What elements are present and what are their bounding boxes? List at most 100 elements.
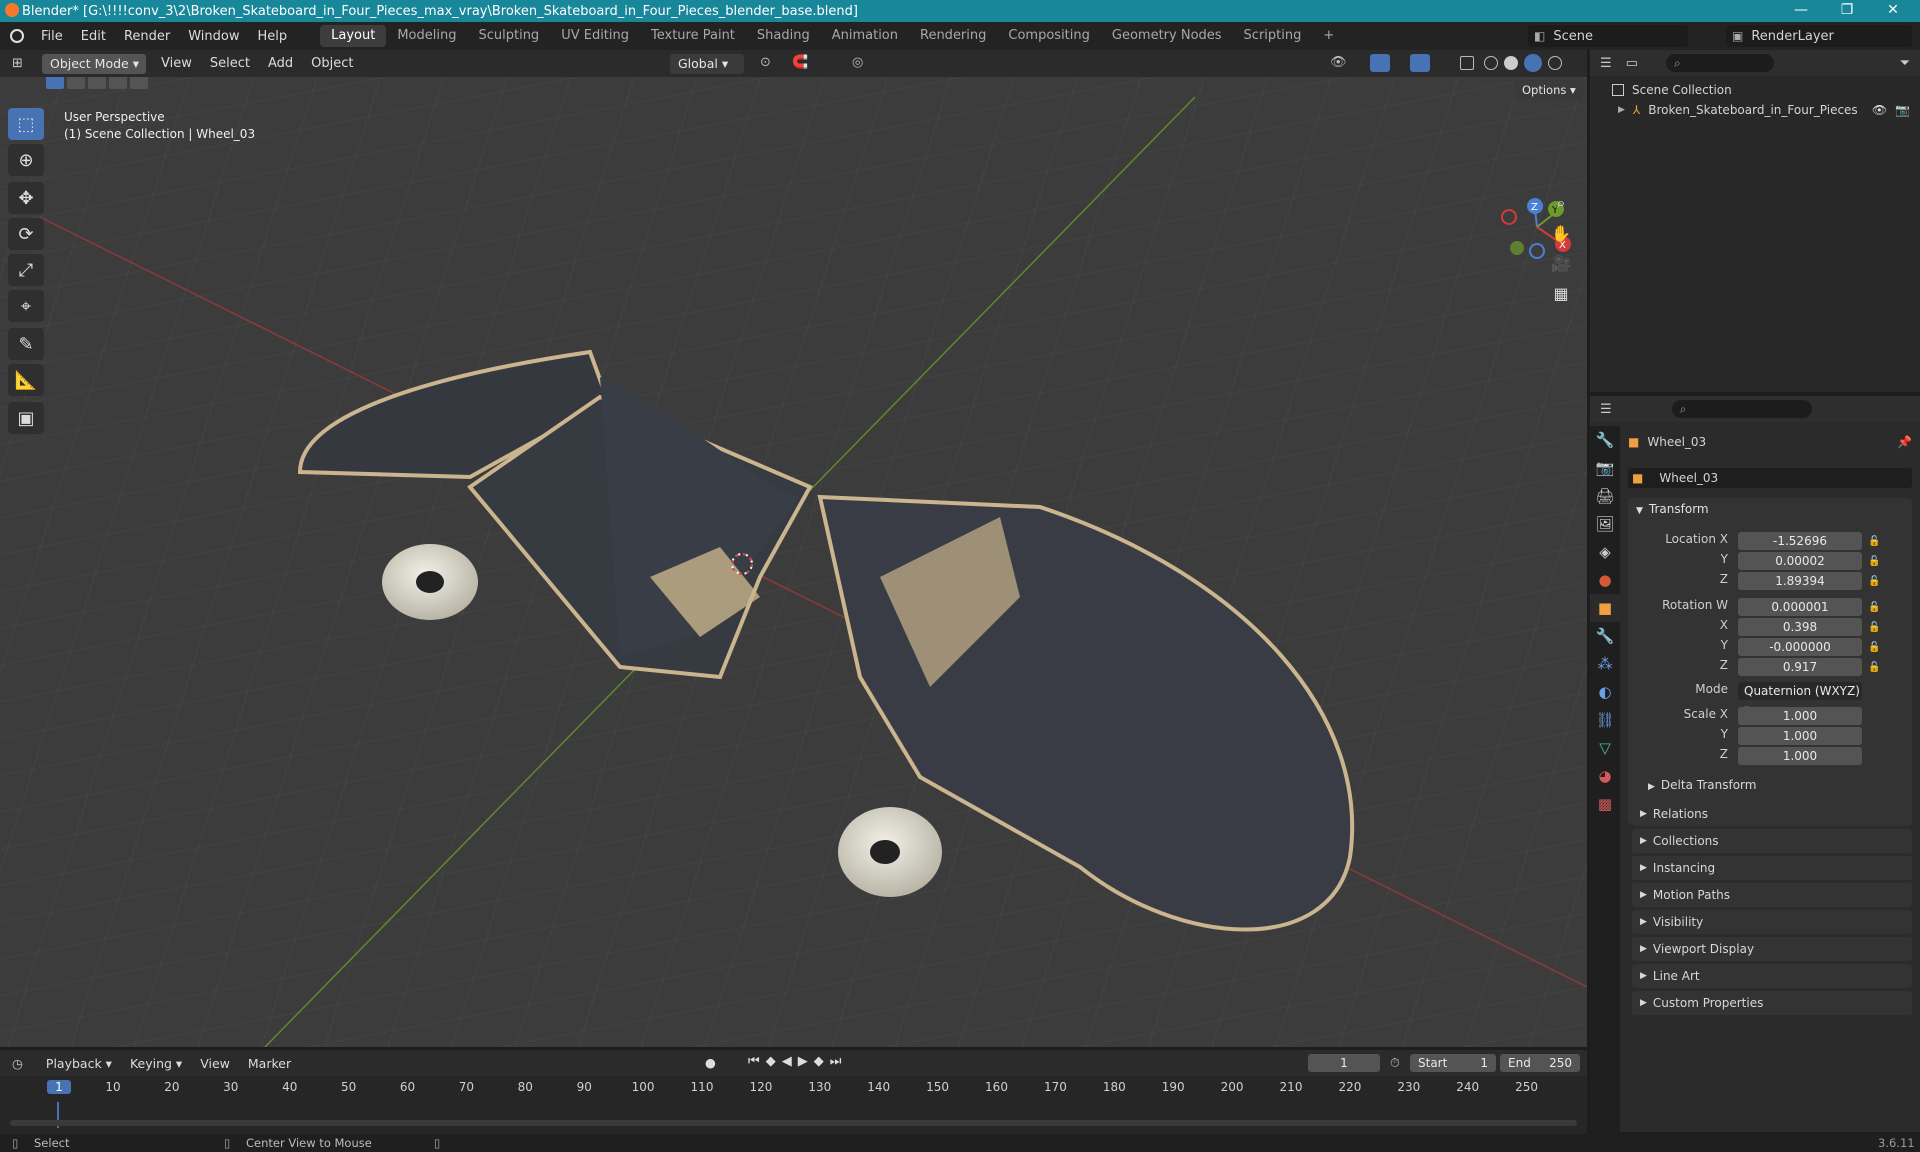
lock-icon[interactable]: 🔓 bbox=[1868, 572, 1884, 592]
rotate-tool-icon[interactable]: ⟳ bbox=[8, 218, 44, 250]
properties-search-input[interactable]: ⌕ bbox=[1671, 400, 1812, 418]
collections-panel[interactable]: ▶ Collections bbox=[1632, 829, 1912, 853]
object-datablock-field[interactable]: ■ Wheel_03 bbox=[1628, 468, 1912, 488]
rotation-x-field[interactable]: 0.398 bbox=[1738, 618, 1862, 636]
constraints-tab-icon[interactable]: ⛓ bbox=[1590, 706, 1620, 734]
wireframe-shading-icon[interactable] bbox=[1484, 56, 1498, 70]
select-intersect-icon[interactable] bbox=[130, 77, 148, 89]
relations-panel[interactable]: ▶ Relations bbox=[1632, 802, 1912, 826]
add-workspace-button[interactable]: + bbox=[1312, 25, 1345, 47]
pin-icon[interactable]: 📌 bbox=[1897, 435, 1912, 449]
timeline-ruler[interactable]: 1 10 20 30 40 50 60 70 80 90 100 110 120 130 140 150 160… bbox=[0, 1076, 1587, 1098]
vp-menu-view[interactable]: View bbox=[152, 56, 201, 71]
zoom-icon[interactable]: ⌕ bbox=[1547, 189, 1575, 217]
data-tab-icon[interactable]: ▽ bbox=[1590, 734, 1620, 762]
add-cube-tool-icon[interactable]: ▣ bbox=[8, 402, 44, 434]
pan-hand-icon[interactable]: ✋ bbox=[1547, 219, 1575, 247]
play-reverse-icon[interactable]: ◀ bbox=[782, 1054, 798, 1069]
tool-tab-icon[interactable]: 🔧 bbox=[1590, 426, 1620, 454]
cursor-tool-icon[interactable]: ⊕ bbox=[8, 144, 44, 176]
custom-properties-panel[interactable]: ▶ Custom Properties bbox=[1632, 991, 1912, 1015]
camera-view-icon[interactable]: 🎥 bbox=[1547, 249, 1575, 277]
material-shading-icon[interactable] bbox=[1524, 54, 1542, 72]
timeline-menu-view[interactable]: View bbox=[191, 1056, 239, 1071]
ortho-grid-icon[interactable]: ▦ bbox=[1547, 279, 1575, 307]
tab-uv-editing[interactable]: UV Editing bbox=[550, 25, 640, 47]
select-new-icon[interactable] bbox=[46, 77, 64, 89]
expand-arrow-icon[interactable]: ▶ bbox=[1618, 105, 1625, 115]
texture-tab-icon[interactable]: ▩ bbox=[1590, 790, 1620, 818]
wheel-01[interactable] bbox=[382, 544, 478, 620]
visibility-panel[interactable]: ▶ Visibility bbox=[1632, 910, 1912, 934]
mode-selector[interactable]: Object Mode ▾ bbox=[42, 53, 146, 74]
location-x-field[interactable]: -1.52696 bbox=[1738, 532, 1862, 550]
location-z-field[interactable]: 1.89394 bbox=[1738, 572, 1862, 590]
tab-shading[interactable]: Shading bbox=[746, 25, 821, 47]
overlay-toggle-icon[interactable] bbox=[1410, 54, 1430, 72]
rendered-shading-icon[interactable] bbox=[1548, 56, 1562, 70]
transform-tool-icon[interactable]: ⌖ bbox=[8, 290, 44, 322]
wheel-03[interactable] bbox=[838, 807, 942, 897]
orientation-selector[interactable]: Global ▾ bbox=[670, 54, 744, 74]
tab-sculpting[interactable]: Sculpting bbox=[467, 25, 550, 47]
view-layer-selector[interactable]: ▣ RenderLayer bbox=[1726, 25, 1912, 47]
properties-editor-icon[interactable]: ☰ bbox=[1600, 402, 1612, 417]
lock-icon[interactable]: 🔓 bbox=[1868, 638, 1884, 658]
tab-compositing[interactable]: Compositing bbox=[997, 25, 1101, 47]
menu-help[interactable]: Help bbox=[249, 29, 297, 44]
annotate-tool-icon[interactable]: ✎ bbox=[8, 328, 44, 360]
outliner-row-object[interactable]: ▶ ⅄ Broken_Skateboard_in_Four_Pieces 👁 📷 bbox=[1590, 100, 1920, 120]
jump-end-icon[interactable]: ⏭ bbox=[830, 1054, 848, 1069]
scene-selector[interactable]: ◧ Scene bbox=[1528, 25, 1688, 47]
delta-transform-subpanel[interactable]: ▶ Delta Transform bbox=[1648, 778, 1756, 792]
rotation-w-field[interactable]: 0.000001 bbox=[1738, 598, 1862, 616]
vp-menu-add[interactable]: Add bbox=[259, 56, 302, 71]
menu-edit[interactable]: Edit bbox=[72, 29, 115, 44]
tab-rendering[interactable]: Rendering bbox=[909, 25, 997, 47]
select-invert-icon[interactable] bbox=[109, 77, 127, 89]
play-icon[interactable]: ▶ bbox=[798, 1054, 814, 1069]
tab-modeling[interactable]: Modeling bbox=[386, 25, 467, 47]
outliner-display-icon[interactable]: ☰ bbox=[1600, 56, 1612, 71]
proportional-edit-icon[interactable]: ◎ bbox=[852, 55, 863, 70]
end-frame-field[interactable]: End 250 bbox=[1500, 1054, 1580, 1072]
stopwatch-icon[interactable]: ⏱ bbox=[1390, 1055, 1400, 1071]
close-button[interactable]: ✕ bbox=[1870, 0, 1916, 22]
outliner-row-scene-collection[interactable]: Scene Collection bbox=[1590, 80, 1920, 100]
output-tab-icon[interactable]: 🖨 bbox=[1590, 482, 1620, 510]
start-frame-field[interactable]: Start 1 bbox=[1410, 1054, 1496, 1072]
jump-start-icon[interactable]: ⏮ bbox=[748, 1054, 766, 1069]
location-y-field[interactable]: 0.00002 bbox=[1738, 552, 1862, 570]
timeline-menu-playback[interactable]: Playback ▾ bbox=[37, 1056, 121, 1071]
editor-type-icon[interactable]: ⊞ bbox=[12, 56, 34, 71]
maximize-button[interactable]: ❐ bbox=[1824, 0, 1870, 22]
material-tab-icon[interactable]: ◕ bbox=[1590, 762, 1620, 790]
physics-tab-icon[interactable]: ◐ bbox=[1590, 678, 1620, 706]
options-dropdown[interactable]: Options ▾ bbox=[1514, 80, 1584, 100]
scale-y-field[interactable]: 1.000 bbox=[1738, 727, 1862, 745]
current-frame-field[interactable]: 1 bbox=[1308, 1054, 1380, 1072]
render-tab-icon[interactable]: 📷 bbox=[1590, 454, 1620, 482]
scale-tool-icon[interactable]: ⤢ bbox=[8, 254, 44, 286]
timeline-menu-marker[interactable]: Marker bbox=[239, 1056, 300, 1071]
outliner-filter-mode-icon[interactable]: ▭ bbox=[1626, 56, 1638, 71]
timeline-scrollbar[interactable] bbox=[10, 1120, 1577, 1126]
blender-menu-icon[interactable] bbox=[10, 29, 24, 43]
lock-icon[interactable]: 🔓 bbox=[1868, 658, 1884, 678]
3d-viewport[interactable]: Z Y X User Perspective (1) Scene Collect… bbox=[0, 77, 1587, 1047]
rotation-mode-dropdown[interactable]: Quaternion (WXYZ) ▾ bbox=[1738, 682, 1862, 716]
modifier-tab-icon[interactable]: 🔧 bbox=[1590, 622, 1620, 650]
scale-x-field[interactable]: 1.000 bbox=[1738, 707, 1862, 725]
timeline-editor-icon[interactable]: ◷ bbox=[12, 1056, 23, 1071]
motion-paths-panel[interactable]: ▶ Motion Paths bbox=[1632, 883, 1912, 907]
move-tool-icon[interactable]: ✥ bbox=[8, 182, 44, 214]
xray-icon[interactable] bbox=[1460, 56, 1474, 70]
eye-visibility-icon[interactable]: 👁 bbox=[1872, 103, 1887, 117]
outliner-filter-icon[interactable]: ⏷ bbox=[1900, 56, 1910, 71]
solid-shading-icon[interactable] bbox=[1504, 56, 1518, 70]
rotation-y-field[interactable]: -0.000000 bbox=[1738, 638, 1862, 656]
snap-icon[interactable]: 🧲 bbox=[792, 55, 808, 70]
object-tab-icon[interactable]: ■ bbox=[1590, 594, 1620, 622]
line-art-panel[interactable]: ▶ Line Art bbox=[1632, 964, 1912, 988]
tab-animation[interactable]: Animation bbox=[821, 25, 909, 47]
